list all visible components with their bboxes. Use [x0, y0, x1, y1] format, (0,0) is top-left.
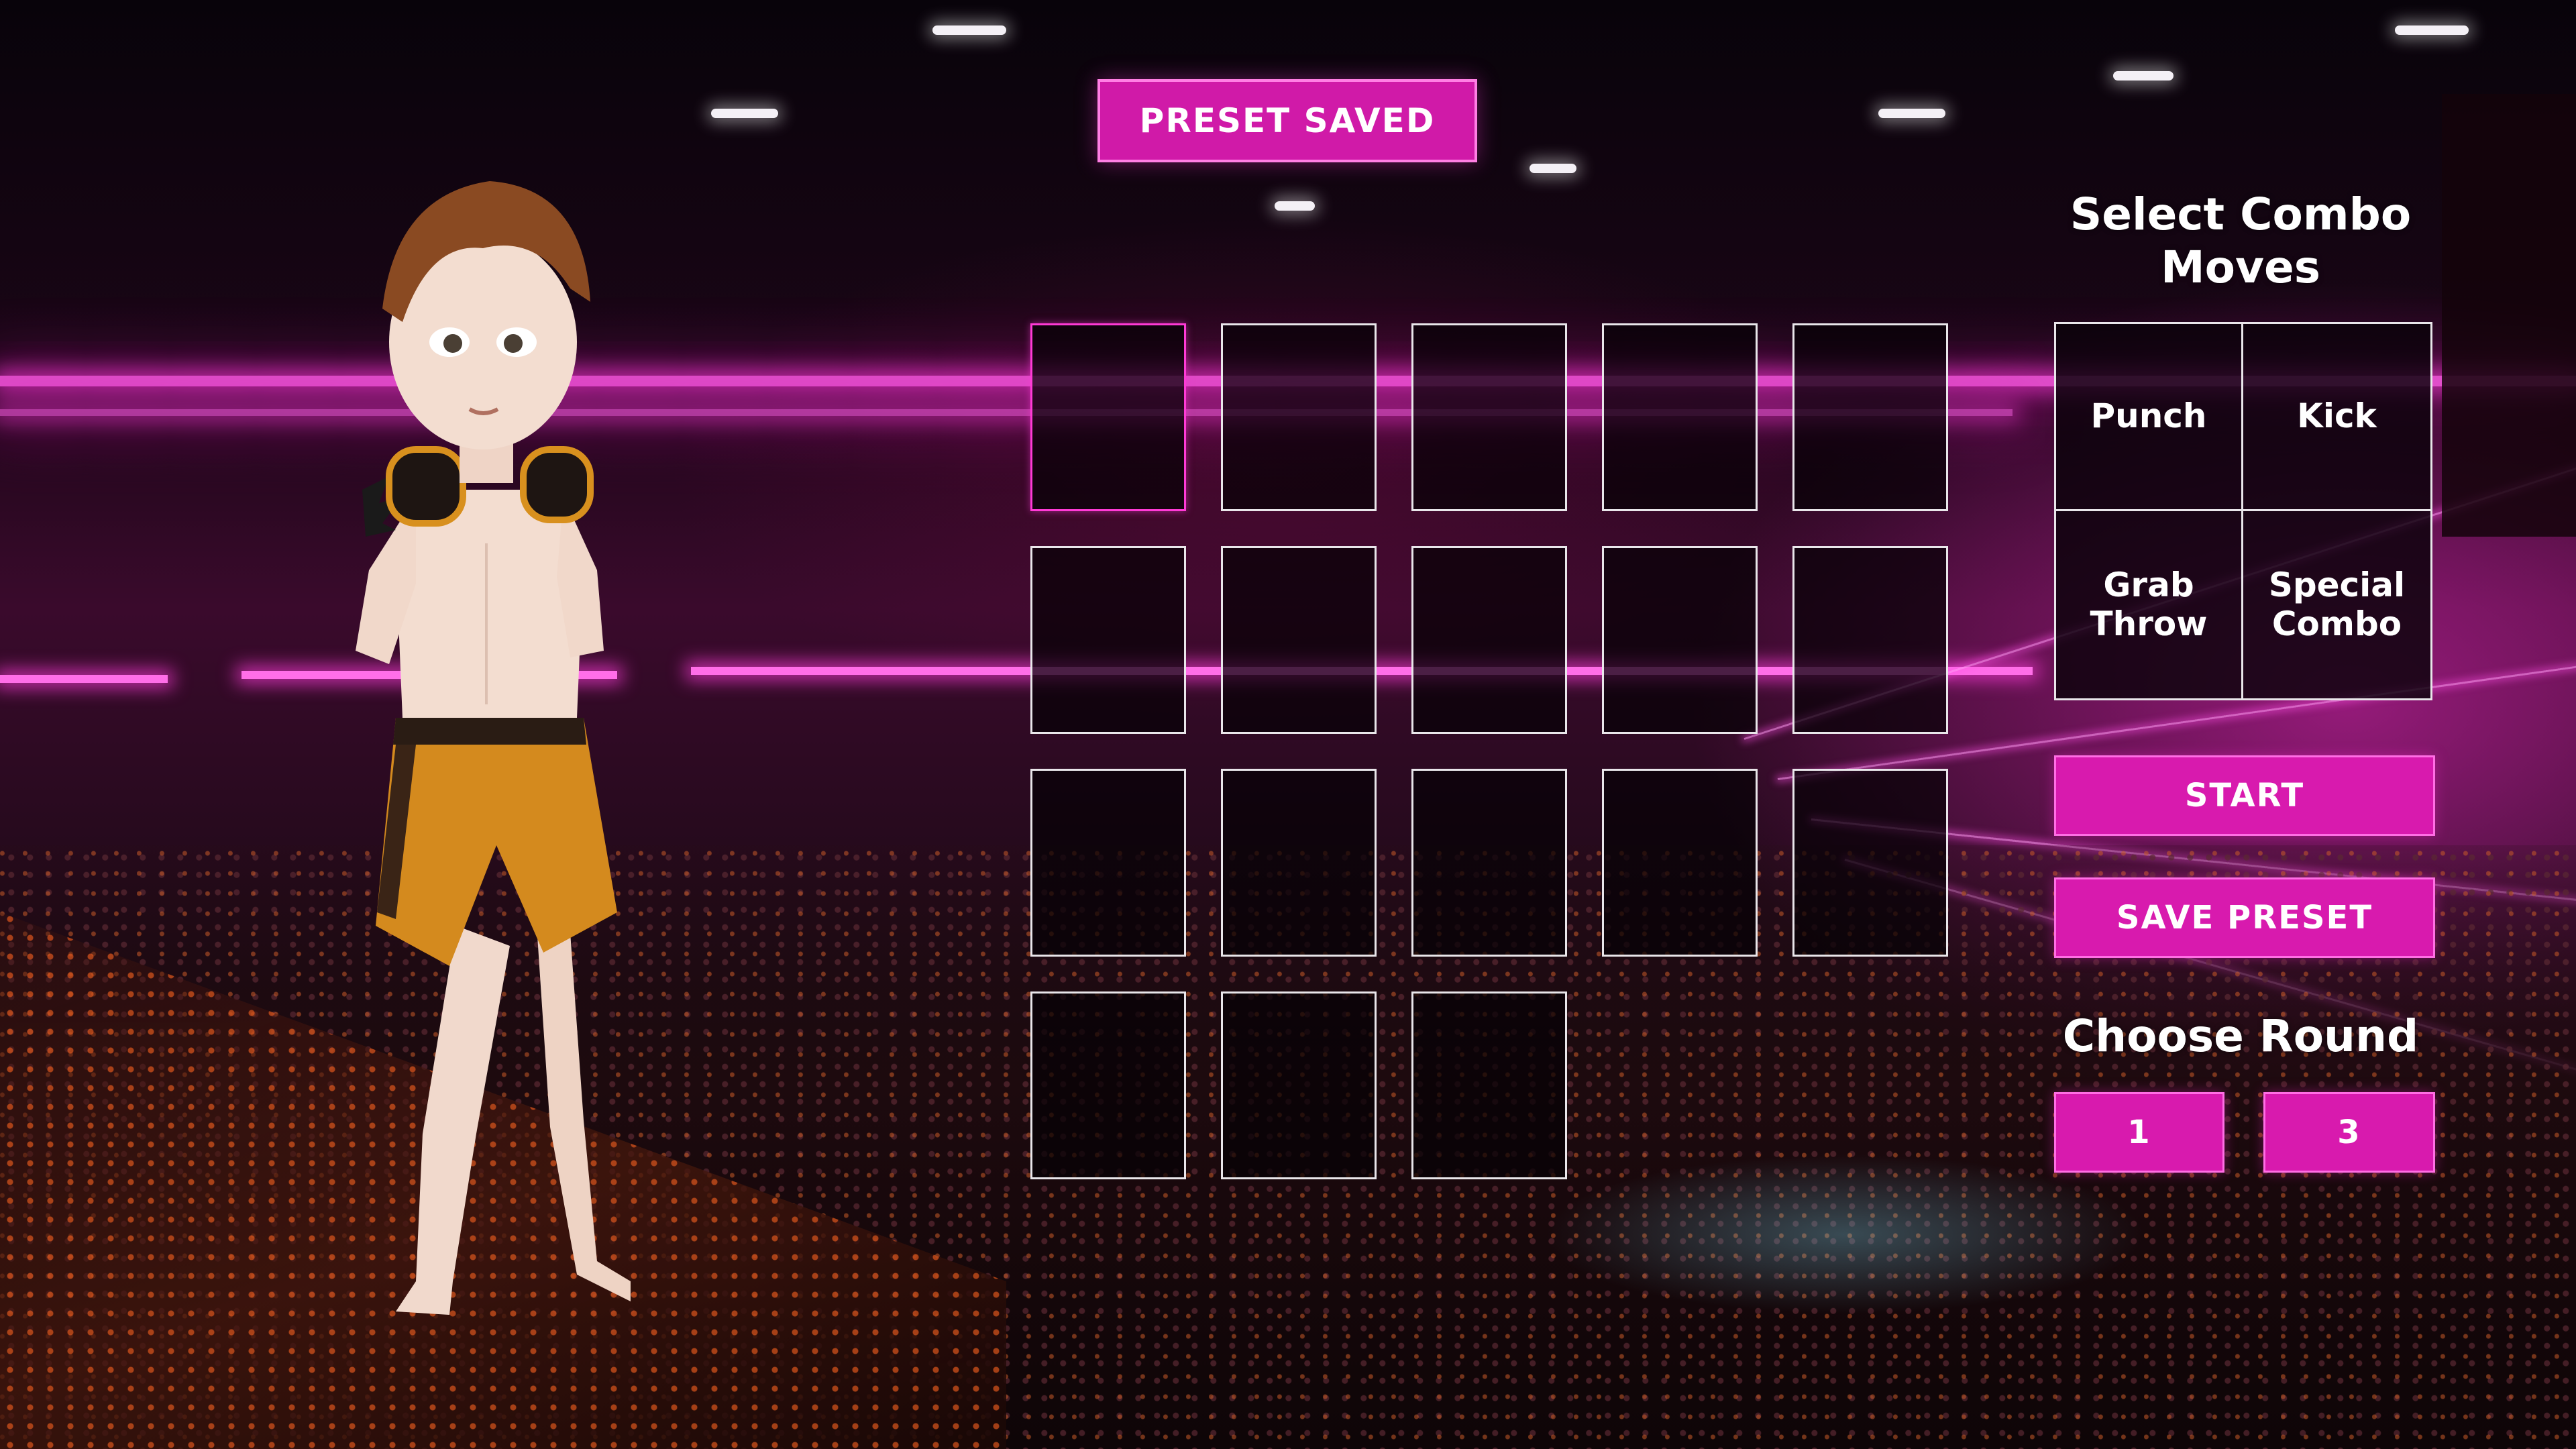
fighter-avatar	[356, 181, 631, 1315]
ceiling-light	[2395, 25, 2469, 35]
start-button[interactable]: START	[2054, 755, 2435, 836]
combo-slot[interactable]	[1602, 546, 1758, 734]
move-grab-throw-button[interactable]: Grab Throw	[2056, 511, 2243, 698]
round-3-button[interactable]: 3	[2263, 1092, 2435, 1173]
ring-spotlight	[1543, 1154, 2147, 1315]
move-label: Kick	[2297, 396, 2377, 436]
ceiling-light	[711, 109, 778, 118]
combo-slot[interactable]	[1602, 323, 1758, 511]
ceiling-light	[1529, 164, 1576, 173]
move-label: Grab Throw	[2090, 566, 2208, 643]
move-label: Special Combo	[2268, 566, 2406, 643]
select-combo-moves-title: Select Combo Moves	[2070, 189, 2412, 294]
save-preset-button[interactable]: SAVE PRESET	[2054, 877, 2435, 958]
round-1-button[interactable]: 1	[2054, 1092, 2224, 1173]
combo-slot[interactable]	[1030, 546, 1186, 734]
combo-move-picker: Punch Kick Grab Throw Special Combo	[2054, 322, 2432, 700]
combo-slot[interactable]	[1030, 991, 1186, 1179]
move-punch-button[interactable]: Punch	[2056, 324, 2243, 511]
combo-slot[interactable]	[1411, 323, 1567, 511]
combo-slot[interactable]	[1221, 991, 1377, 1179]
move-label: Punch	[2090, 396, 2207, 436]
move-special-combo-button[interactable]: Special Combo	[2243, 511, 2430, 698]
combo-slot[interactable]	[1221, 769, 1377, 957]
ceiling-light	[932, 25, 1006, 35]
combo-slot[interactable]	[1411, 991, 1567, 1179]
preset-saved-toast: PRESET SAVED	[1097, 79, 1477, 162]
combo-slot[interactable]	[1030, 323, 1186, 511]
combo-slot[interactable]	[1221, 546, 1377, 734]
combo-slot[interactable]	[1792, 769, 1948, 957]
combo-slot[interactable]	[1792, 546, 1948, 734]
combo-slot[interactable]	[1411, 546, 1567, 734]
choose-round-title: Choose Round	[2062, 1010, 2419, 1062]
neon-light-bar	[0, 675, 168, 683]
arena-scoreboard	[2442, 94, 2576, 537]
combo-slot[interactable]	[1792, 323, 1948, 511]
ceiling-light	[2113, 71, 2174, 80]
combo-slot[interactable]	[1602, 769, 1758, 957]
combo-slot[interactable]	[1030, 769, 1186, 957]
move-kick-button[interactable]: Kick	[2243, 324, 2430, 511]
ceiling-light	[1878, 109, 1945, 118]
combo-slot[interactable]	[1221, 323, 1377, 511]
combo-slot[interactable]	[1411, 769, 1567, 957]
ceiling-light	[1275, 201, 1315, 211]
